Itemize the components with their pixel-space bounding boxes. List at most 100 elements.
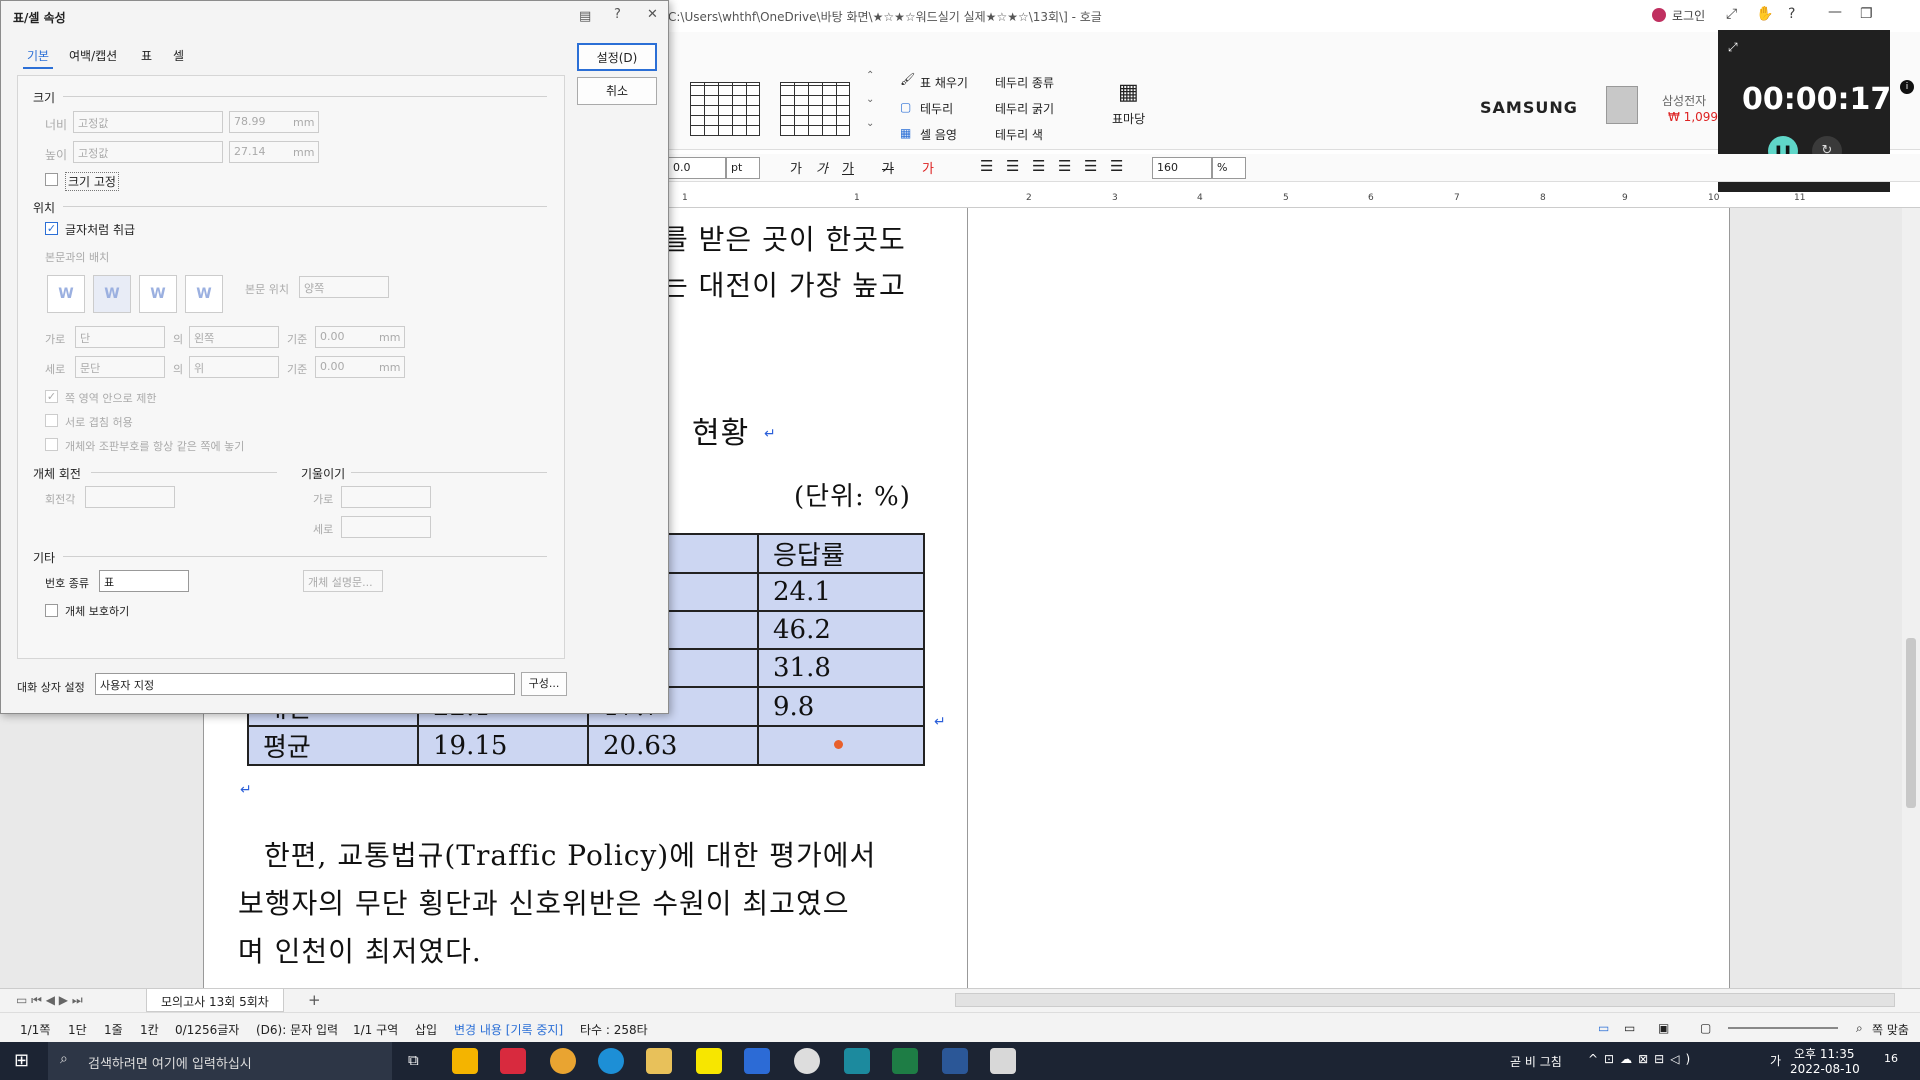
cell-shade-button[interactable]: 셀 음영 — [920, 126, 957, 143]
weather-text[interactable]: 곧 비 그침 — [1510, 1053, 1562, 1070]
zoom-fit-icon[interactable]: ▢ — [1700, 1021, 1711, 1035]
wrap-topbottom-icon[interactable]: W — [93, 275, 131, 313]
status-zoom-label[interactable]: 쪽 맞춤 — [1872, 1021, 1909, 1038]
line-spacing-unit[interactable]: % — [1212, 157, 1246, 179]
fix-size-checkbox[interactable] — [45, 173, 58, 186]
align-left-icon[interactable]: ☰ — [1006, 157, 1019, 175]
notification-badge[interactable]: 16 — [1884, 1052, 1898, 1065]
style-scroll-icon[interactable]: ⌃ ⌄ ⌄ — [866, 70, 874, 130]
windows-start-icon[interactable]: ⊞ — [14, 1050, 29, 1071]
taskbar-search[interactable]: ⌕ 검색하려면 여기에 입력하십시 — [48, 1042, 392, 1080]
ad-price[interactable]: ₩ 1,099, — [1668, 110, 1722, 124]
number-type-select[interactable]: 표 — [99, 570, 189, 592]
table-style-swatch[interactable] — [690, 82, 760, 136]
table-draw-button[interactable]: 표마당 — [1112, 110, 1145, 127]
edge-icon[interactable] — [598, 1048, 624, 1074]
border-color-button[interactable]: 테두리 색 — [995, 126, 1043, 143]
vertical-ref-select[interactable]: 문단 — [75, 356, 165, 378]
status-track-changes[interactable]: 변경 내용 [기록 중지] — [454, 1021, 563, 1038]
clock-date[interactable]: 2022-08-10 — [1790, 1062, 1860, 1076]
table-cell[interactable]: 24.1 — [757, 572, 925, 612]
keep-anchor-checkbox[interactable] — [45, 438, 58, 451]
ad-product[interactable]: 삼성전자 — [1662, 92, 1706, 109]
align-justify-icon[interactable]: ☰ — [980, 157, 993, 175]
vertical-align-select[interactable]: 위 — [189, 356, 279, 378]
height-mode-select[interactable]: 고정값 — [73, 141, 223, 163]
object-description-button[interactable]: 개체 설명문... — [303, 570, 383, 592]
app-icon[interactable] — [500, 1048, 526, 1074]
add-tab-icon[interactable]: + — [308, 991, 321, 1009]
clock-app-icon[interactable] — [794, 1048, 820, 1074]
dialog-setting-select[interactable]: 사용자 지정 — [95, 673, 515, 695]
login-button[interactable]: 로그인 — [1672, 7, 1705, 24]
protect-object-label[interactable]: 개체 보호하기 — [65, 603, 129, 619]
fix-size-label[interactable]: 크기 고정 — [65, 172, 119, 191]
table-cell[interactable]: 9.8 — [757, 686, 925, 727]
excel-icon[interactable] — [892, 1048, 918, 1074]
timer-expand-icon[interactable]: ⤢ — [1728, 40, 1738, 55]
zoom-slider[interactable] — [1728, 1027, 1838, 1029]
protect-object-checkbox[interactable] — [45, 604, 58, 617]
expand-icon[interactable]: ⤢ — [1726, 6, 1737, 22]
wrap-behind-icon[interactable]: W — [139, 275, 177, 313]
table-cell[interactable]: 31.8 — [757, 648, 925, 688]
table-fill-button[interactable]: 표 채우기 — [920, 74, 968, 91]
horizontal-scrollbar[interactable] — [955, 993, 1895, 1007]
app-icon[interactable] — [744, 1048, 770, 1074]
treat-as-char-checkbox[interactable]: ✓ — [45, 222, 58, 235]
ad-product-image[interactable] — [1606, 86, 1638, 124]
treat-as-char-label[interactable]: 글자처럼 취급 — [65, 221, 135, 238]
border-type-button[interactable]: 테두리 종류 — [995, 74, 1054, 91]
tray-icons[interactable]: ^⊡☁⊠⊟◁) — [1588, 1052, 1696, 1066]
view-normal-icon[interactable]: ▭ — [1598, 1021, 1609, 1035]
ok-button[interactable]: 설정(D) — [577, 43, 657, 71]
vertical-scrollbar[interactable] — [1902, 208, 1920, 988]
document-tab[interactable]: 모의고사 13회 5회차 — [146, 989, 284, 1012]
underline-icon[interactable]: 가 — [842, 158, 854, 177]
view-page-icon[interactable]: ▣ — [1658, 1021, 1669, 1035]
hangul-icon[interactable] — [844, 1048, 870, 1074]
skew-h-field[interactable] — [341, 486, 431, 508]
task-view-icon[interactable]: ⧉ — [408, 1051, 419, 1069]
config-button[interactable]: 구성... — [521, 672, 567, 696]
nav-arrows-icon[interactable]: ▭ ⏮ ◀ ▶ ⏭ — [16, 993, 83, 1008]
table-cell[interactable]: 46.2 — [757, 610, 925, 650]
ime-icon[interactable]: 가 — [1770, 1052, 1781, 1069]
table-style-swatch[interactable] — [780, 82, 850, 136]
skew-v-field[interactable] — [341, 516, 431, 538]
dialog-close-icon[interactable]: ✕ — [647, 7, 658, 22]
wrap-square-icon[interactable]: W — [47, 275, 85, 313]
hand-icon[interactable]: ✋ — [1756, 6, 1773, 22]
limit-page-checkbox[interactable]: ✓ — [45, 390, 58, 403]
search-zoom-icon[interactable]: ⌕ — [1856, 1021, 1863, 1036]
view-web-icon[interactable]: ▭ — [1624, 1021, 1635, 1035]
minimize-button[interactable]: — — [1828, 4, 1842, 20]
table-cell[interactable]: 평균 — [247, 725, 419, 766]
ad-brand[interactable]: SAMSUNG — [1480, 98, 1578, 117]
font-color-icon[interactable]: 가 — [922, 158, 934, 177]
tab-basic[interactable]: 기본 — [27, 47, 49, 64]
status-insert[interactable]: 삽입 — [415, 1021, 437, 1038]
table-cell[interactable]: 20.63 — [587, 725, 759, 766]
italic-icon[interactable]: 가 — [816, 158, 828, 177]
rotate-angle-field[interactable] — [85, 486, 175, 508]
file-explorer-icon[interactable] — [646, 1048, 672, 1074]
align-center-icon[interactable]: ☰ — [1032, 157, 1045, 175]
cancel-button[interactable]: 취소 — [577, 77, 657, 105]
distribute-icon[interactable]: ☰ — [1084, 157, 1097, 175]
chrome-icon[interactable] — [550, 1048, 576, 1074]
store-icon[interactable] — [452, 1048, 478, 1074]
size-unit-select[interactable]: pt — [726, 157, 760, 179]
bold-icon[interactable]: 가 — [790, 158, 802, 177]
app-icon[interactable] — [990, 1048, 1016, 1074]
help-icon[interactable]: ? — [1788, 6, 1795, 22]
line-spacing-field[interactable]: 160 — [1152, 157, 1212, 179]
tab-margin-caption[interactable]: 여백/캡션 — [69, 47, 117, 64]
border-thickness-button[interactable]: 테두리 굵기 — [995, 100, 1054, 117]
horizontal-align-select[interactable]: 왼쪽 — [189, 326, 279, 348]
divide-icon[interactable]: ☰ — [1110, 157, 1123, 175]
tab-table[interactable]: 표 — [141, 47, 152, 64]
border-button[interactable]: 테두리 — [920, 100, 953, 117]
wrap-front-icon[interactable]: W — [185, 275, 223, 313]
dialog-option-icon[interactable]: ▤ — [579, 9, 591, 24]
